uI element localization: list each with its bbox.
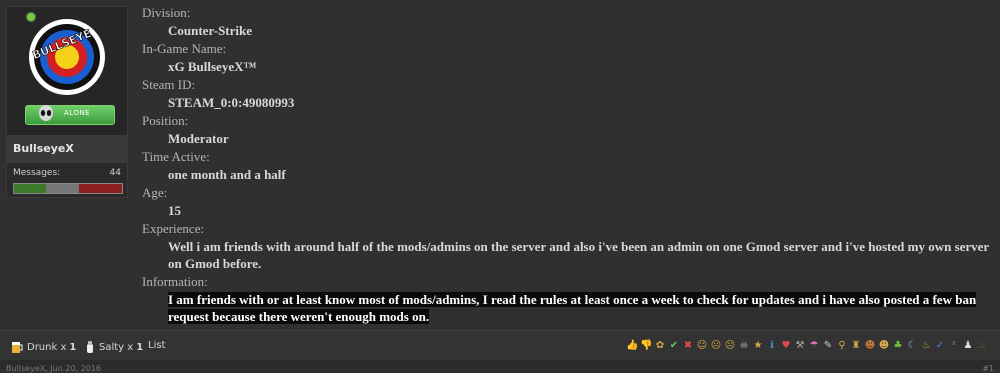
- field-information: Information: I am friends with or at lea…: [142, 273, 992, 325]
- ratings-list-label: List: [148, 340, 166, 351]
- user-stats: Messages: 44: [7, 163, 127, 197]
- field-value-highlighted: I am friends with or at least know most …: [142, 291, 992, 325]
- monkey-icon[interactable]: ☻: [864, 339, 876, 353]
- field-label: Experience:: [142, 221, 205, 236]
- leaf-icon[interactable]: ♣: [892, 339, 904, 353]
- info-icon[interactable]: ℹ: [766, 339, 778, 353]
- field-label: In-Game Name:: [142, 41, 227, 56]
- username-link[interactable]: BullseyeX: [13, 142, 74, 155]
- ratings-list-link[interactable]: List: [148, 340, 165, 351]
- field-value: Moderator: [168, 131, 229, 146]
- field-ingame-name: In-Game Name: xG BullseyeX™: [142, 40, 992, 75]
- check-blue-icon[interactable]: ✓: [934, 339, 946, 353]
- rainbow-dash-icon[interactable]: ✿: [654, 339, 666, 353]
- salt-shaker-icon: [87, 341, 93, 353]
- beer-mug-icon: [12, 342, 23, 353]
- sad-face-icon[interactable]: ☹: [724, 339, 736, 353]
- field-value: Well i am friends with around half of th…: [168, 239, 989, 271]
- badge-label: ALONE: [64, 109, 91, 117]
- rating-name: Salty: [99, 341, 125, 353]
- messages-count[interactable]: 44: [110, 168, 121, 178]
- post-footer: Drunk x1 Salty x1 List 👍 👎 ✿ ✔ ✖ ☺ ☹ ☹ ☠…: [0, 330, 1000, 361]
- wrench-icon[interactable]: ⚒: [794, 339, 806, 353]
- rating-drunk[interactable]: Drunk x1: [10, 340, 76, 354]
- field-value: STEAM_0:0:49080993: [168, 95, 295, 110]
- cross-icon[interactable]: ✖: [682, 339, 694, 353]
- field-value: xG BullseyeX™: [168, 59, 257, 74]
- rating-count: 1: [136, 341, 144, 353]
- field-label: Division:: [142, 5, 191, 20]
- rating-count: 1: [69, 341, 77, 353]
- rainbow-icon[interactable]: ☂: [808, 339, 820, 353]
- user-badge: ALONE: [25, 105, 115, 125]
- field-experience: Experience: Well i am friends with aroun…: [142, 220, 992, 272]
- field-division: Division: Counter-Strike: [142, 4, 992, 39]
- skull-icon[interactable]: ☠: [738, 339, 750, 353]
- field-label: Time Active:: [142, 149, 210, 164]
- beer-icon[interactable]: ♨: [920, 339, 932, 353]
- field-label: Steam ID:: [142, 77, 196, 92]
- alien-icon: [39, 105, 53, 121]
- heart-icon[interactable]: ♥: [780, 339, 792, 353]
- user-progress-bar: [13, 183, 123, 194]
- forum-post: BULLSEYE ALONE BullseyeX Messages: 44 Di…: [0, 0, 1000, 330]
- rating-multiplier: x: [127, 341, 134, 353]
- field-position: Position: Moderator: [142, 112, 992, 147]
- poop-icon[interactable]: ♨: [976, 339, 988, 353]
- field-label: Position:: [142, 113, 189, 128]
- field-value: 15: [168, 203, 181, 218]
- thumbs-up-icon[interactable]: 👍: [626, 339, 638, 353]
- bar-segment-gray: [46, 184, 79, 193]
- next-post-header: BullseyeX, Jun 20, 2016 #1: [0, 360, 1000, 373]
- trophy-icon[interactable]: ♜: [850, 339, 862, 353]
- field-label: Information:: [142, 274, 208, 289]
- field-time-active: Time Active: one month and a half: [142, 148, 992, 183]
- salt-icon[interactable]: ♟: [962, 339, 974, 353]
- highlighted-text: I am friends with or at least know most …: [168, 292, 977, 324]
- rating-options: 👍 👎 ✿ ✔ ✖ ☺ ☹ ☹ ☠ ★ ℹ ♥ ⚒ ☂ ✎ ⚲ ♜ ☻ ☻ ♣ …: [626, 339, 988, 353]
- field-label: Age:: [142, 185, 168, 200]
- bar-segment-red: [78, 184, 122, 193]
- funny-face-icon[interactable]: ☺: [696, 339, 708, 353]
- star-icon[interactable]: ★: [752, 339, 764, 353]
- field-age: Age: 15: [142, 184, 992, 219]
- banana-icon[interactable]: ☾: [906, 339, 918, 353]
- username-row: BullseyeX: [7, 135, 127, 163]
- mask-icon[interactable]: ☻: [878, 339, 890, 353]
- rating-name: Drunk: [27, 341, 58, 353]
- field-value: one month and a half: [168, 167, 286, 182]
- rating-multiplier: x: [60, 341, 67, 353]
- post-body: Division: Counter-Strike In-Game Name: x…: [142, 4, 992, 326]
- speech-bubble-icon[interactable]: ✎: [822, 339, 834, 353]
- paintbrush-icon[interactable]: ⚲: [836, 339, 848, 353]
- field-value: Counter-Strike: [168, 23, 253, 38]
- avatar[interactable]: BULLSEYE: [27, 17, 107, 97]
- messages-label: Messages:: [13, 168, 61, 178]
- user-info-panel: BULLSEYE ALONE BullseyeX Messages: 44: [6, 6, 128, 198]
- sleep-icon[interactable]: ᶻ: [948, 339, 960, 353]
- thumbs-down-icon[interactable]: 👎: [640, 339, 652, 353]
- rating-salty[interactable]: Salty x1: [84, 340, 143, 354]
- confused-face-icon[interactable]: ☹: [710, 339, 722, 353]
- avatar-area: BULLSEYE ALONE: [7, 7, 127, 135]
- checkmark-icon[interactable]: ✔: [668, 339, 680, 353]
- bar-segment-green: [14, 184, 47, 193]
- field-steam-id: Steam ID: STEAM_0:0:49080993: [142, 76, 992, 111]
